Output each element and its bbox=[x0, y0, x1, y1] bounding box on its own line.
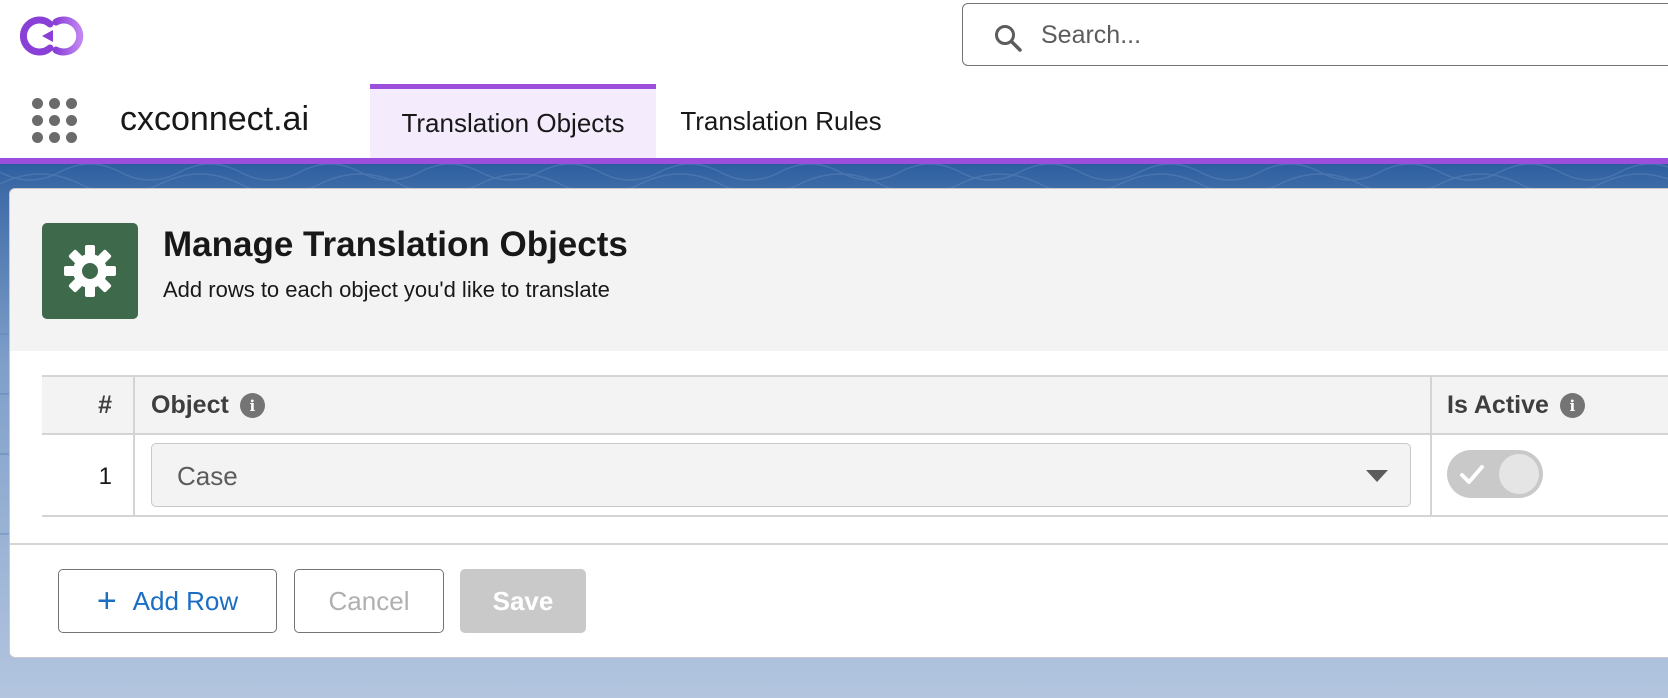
footer-divider bbox=[10, 543, 1668, 545]
add-row-label: Add Row bbox=[132, 585, 239, 616]
save-button[interactable]: Save bbox=[460, 569, 586, 633]
page-title: Manage Translation Objects bbox=[163, 225, 628, 264]
search-input[interactable]: Search... bbox=[1041, 21, 1141, 50]
is-active-toggle[interactable] bbox=[1447, 450, 1543, 498]
tab-translation-objects[interactable]: Translation Objects bbox=[370, 84, 656, 158]
tab-translation-rules[interactable]: Translation Rules bbox=[656, 84, 906, 158]
global-search[interactable]: Search... bbox=[962, 3, 1668, 66]
info-icon[interactable]: i bbox=[239, 393, 265, 418]
column-header-label: Is Active bbox=[1447, 391, 1549, 419]
column-header-label: Object bbox=[151, 391, 229, 419]
column-divider bbox=[1430, 375, 1432, 517]
app-launcher-grid-icon[interactable] bbox=[32, 98, 78, 144]
check-icon bbox=[1460, 465, 1484, 484]
chevron-down-icon bbox=[1366, 470, 1388, 482]
object-select-value: Case bbox=[177, 461, 238, 491]
object-select[interactable]: Case bbox=[151, 443, 1411, 507]
translation-objects-table: # Object i Is Active i 1 Case bbox=[42, 375, 1668, 517]
toggle-knob bbox=[1499, 454, 1539, 494]
column-header-is-active: Is Active i bbox=[1447, 391, 1585, 420]
cancel-button[interactable]: Cancel bbox=[294, 569, 444, 633]
table-header-row: # Object i Is Active i bbox=[42, 375, 1668, 435]
column-header-object: Object i bbox=[151, 391, 265, 420]
page-subtitle: Add rows to each object you'd like to tr… bbox=[163, 277, 610, 302]
tab-label: Translation Rules bbox=[680, 105, 882, 136]
search-icon bbox=[995, 25, 1022, 52]
gear-icon bbox=[42, 223, 138, 319]
add-row-button[interactable]: + Add Row bbox=[58, 569, 277, 633]
tab-label: Translation Objects bbox=[401, 108, 625, 138]
cxconnect-logo-icon[interactable] bbox=[20, 10, 88, 60]
table-row: 1 Case bbox=[42, 435, 1668, 517]
global-header: Search... bbox=[0, 0, 1668, 80]
column-divider bbox=[133, 375, 135, 517]
column-header-number: # bbox=[98, 391, 112, 419]
manage-translation-objects-card: Manage Translation Objects Add rows to e… bbox=[9, 188, 1668, 658]
info-icon[interactable]: i bbox=[1559, 393, 1585, 418]
app-name: cxconnect.ai bbox=[120, 100, 309, 138]
row-number: 1 bbox=[98, 463, 112, 490]
card-header: Manage Translation Objects Add rows to e… bbox=[10, 189, 1668, 351]
plus-icon: + bbox=[96, 582, 117, 620]
app-navigation-bar: cxconnect.ai Translation Objects Transla… bbox=[0, 80, 1668, 158]
